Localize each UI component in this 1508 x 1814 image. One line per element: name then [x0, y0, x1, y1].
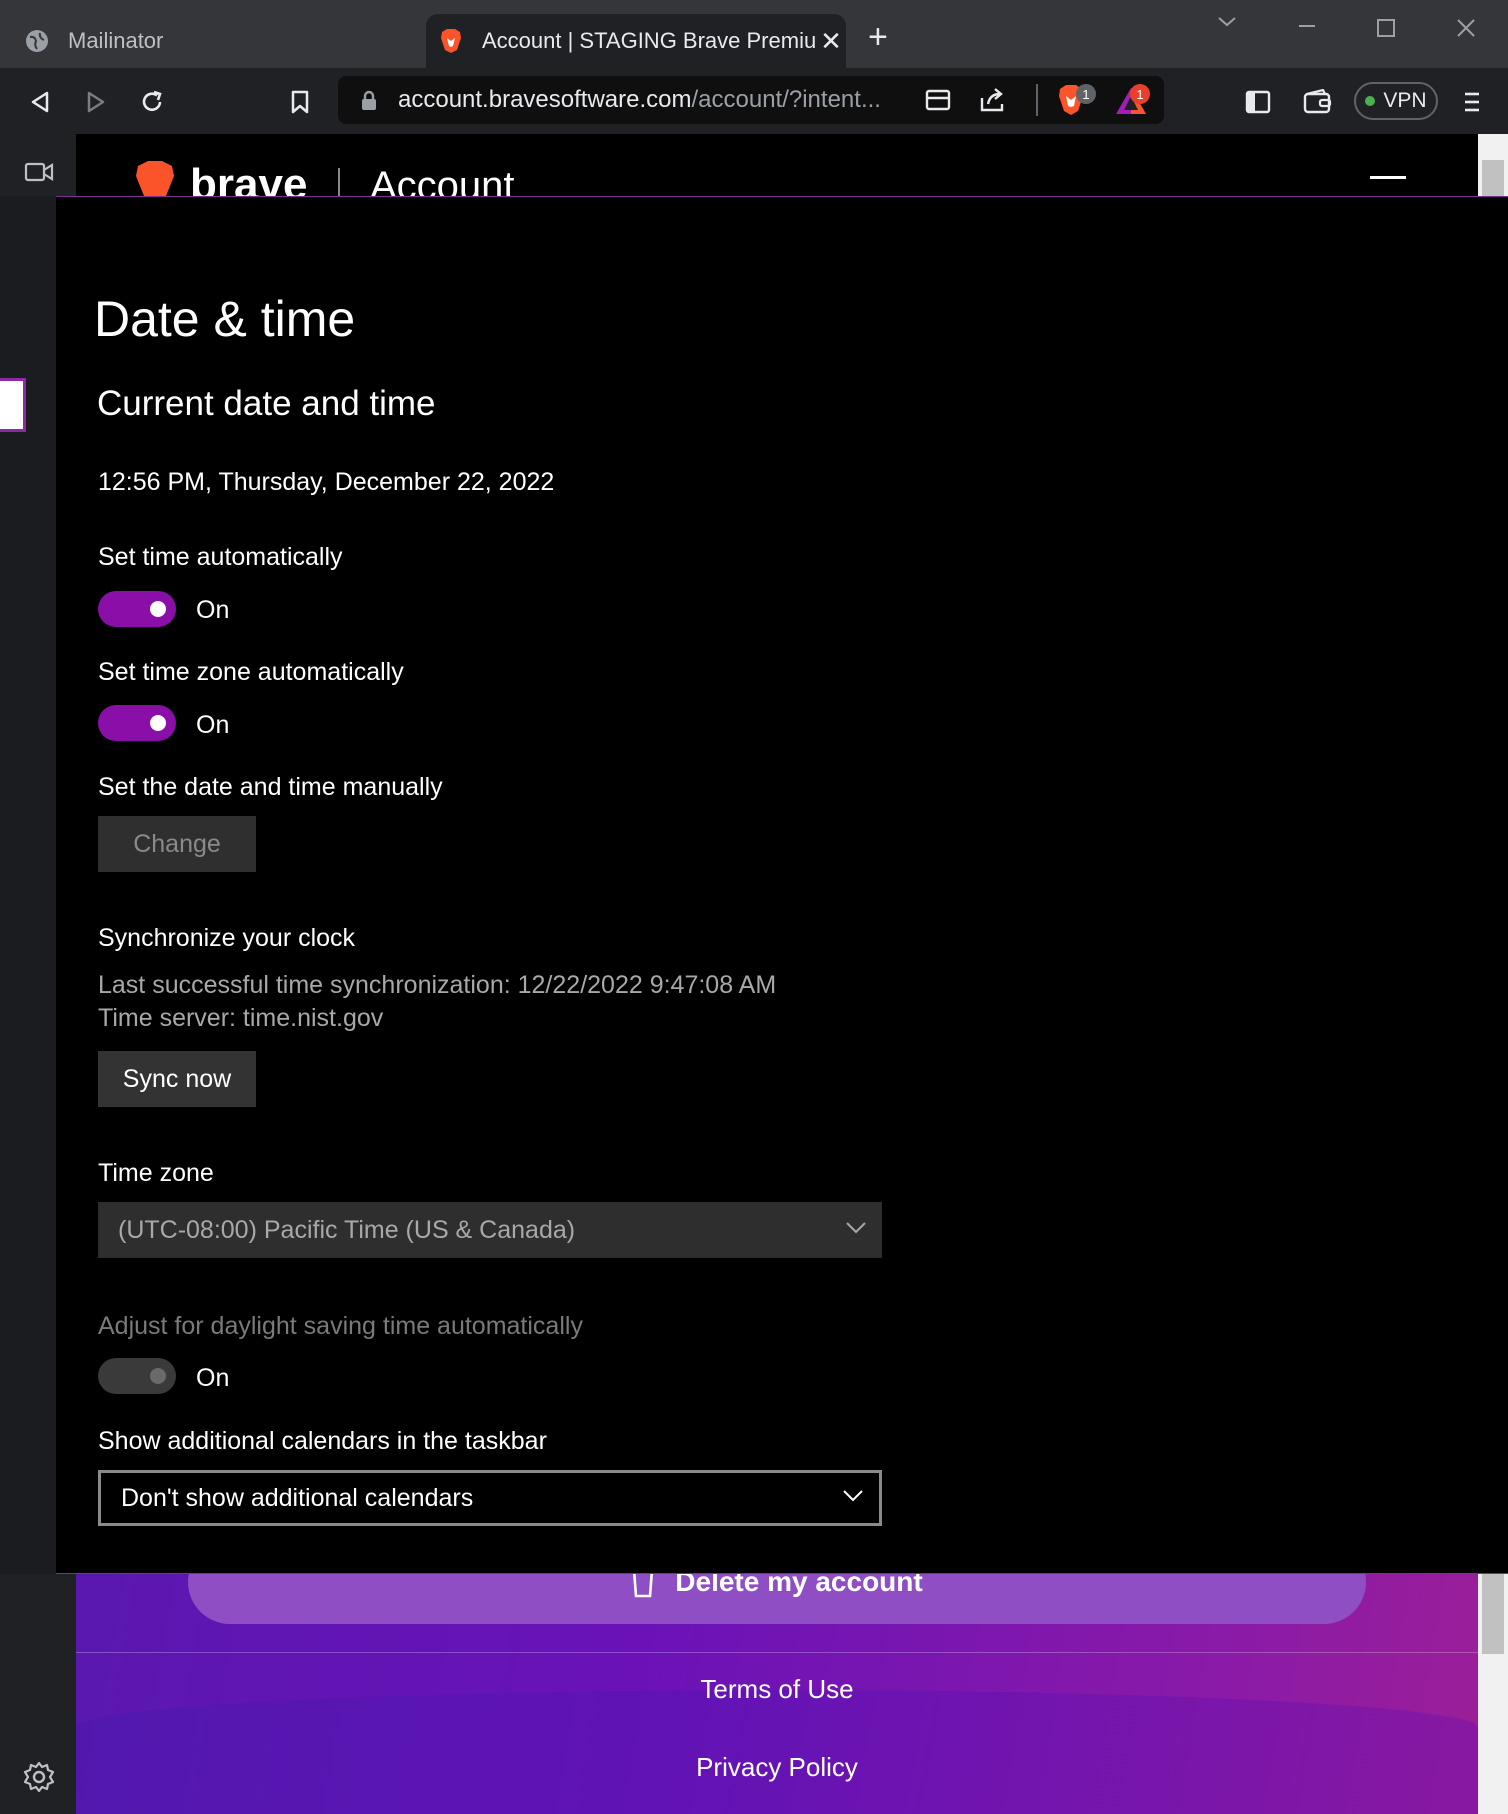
- settings-search-box-edge[interactable]: [0, 378, 26, 432]
- forward-button[interactable]: [76, 82, 116, 122]
- section-title: Current date and time: [97, 384, 436, 423]
- footer-divider: [76, 1652, 1478, 1653]
- page-menu-icon[interactable]: [1370, 176, 1406, 179]
- shields-badge: 1: [1076, 84, 1096, 104]
- toggle-knob: [150, 601, 166, 617]
- calendars-value: Don't show additional calendars: [121, 1483, 474, 1512]
- toggle-knob: [150, 715, 166, 731]
- header-divider: [338, 168, 340, 196]
- time-server-text: Time server: time.nist.gov: [98, 1004, 384, 1032]
- share-icon[interactable]: [978, 86, 1008, 119]
- vpn-label: VPN: [1383, 89, 1427, 112]
- dst-state: On: [196, 1364, 230, 1392]
- tab-title: Mailinator: [68, 28, 164, 53]
- url-text[interactable]: account.bravesoftware.com/account/?inten…: [398, 86, 881, 114]
- tab-title: Account | STAGING Brave Premiu: [482, 28, 816, 53]
- change-button[interactable]: Change: [98, 816, 256, 872]
- set-time-auto-label: Set time automatically: [98, 543, 343, 571]
- manual-time-label: Set the date and time manually: [98, 773, 443, 801]
- bookmark-icon[interactable]: [280, 82, 320, 122]
- terms-of-use-link[interactable]: Terms of Use: [76, 1674, 1478, 1705]
- sidebar-toggle-icon[interactable]: [1238, 82, 1278, 122]
- url-host: account.bravesoftware.com: [398, 86, 692, 113]
- vpn-button[interactable]: VPN: [1354, 82, 1438, 120]
- back-button[interactable]: [20, 82, 60, 122]
- scrollbar-thumb-lower[interactable]: [1482, 1574, 1504, 1654]
- url-path: /account/?intent...: [691, 86, 881, 113]
- wallet-icon[interactable]: [1298, 82, 1338, 122]
- reload-button[interactable]: [132, 82, 172, 122]
- lock-icon[interactable]: [360, 90, 378, 117]
- chevron-down-icon: [843, 1490, 863, 1502]
- dst-toggle[interactable]: [98, 1358, 176, 1394]
- omnibox-divider: [1036, 84, 1038, 116]
- sync-now-button[interactable]: Sync now: [98, 1051, 256, 1107]
- new-tab-button[interactable]: +: [868, 18, 888, 57]
- minimize-button[interactable]: [1296, 12, 1318, 40]
- page-title: Date & time: [94, 291, 356, 347]
- calendars-dropdown[interactable]: Don't show additional calendars: [98, 1470, 882, 1526]
- tab-mailinator[interactable]: Mailinator: [12, 14, 412, 68]
- tab-account[interactable]: Account | STAGING Brave Premiu ✕: [426, 14, 846, 68]
- menu-icon[interactable]: [1452, 82, 1492, 122]
- chevron-down-icon: [846, 1222, 866, 1234]
- close-tab-icon[interactable]: ✕: [816, 26, 846, 57]
- dst-label: Adjust for daylight saving time automati…: [98, 1312, 583, 1340]
- rewards-badge: 1: [1130, 84, 1150, 104]
- calendars-label: Show additional calendars in the taskbar: [98, 1427, 547, 1455]
- time-zone-label: Time zone: [98, 1159, 214, 1187]
- set-timezone-auto-label: Set time zone automatically: [98, 658, 404, 686]
- vpn-status-dot: [1365, 96, 1376, 106]
- close-window-button[interactable]: [1456, 18, 1476, 44]
- time-zone-dropdown[interactable]: (UTC-08:00) Pacific Time (US & Canada): [98, 1202, 882, 1258]
- set-timezone-auto-state: On: [196, 711, 230, 739]
- sync-clock-label: Synchronize your clock: [98, 924, 356, 952]
- set-timezone-auto-toggle[interactable]: [98, 705, 176, 741]
- brave-lion-icon: [438, 28, 464, 54]
- reader-mode-icon[interactable]: [924, 88, 952, 117]
- tab-search-chevron-icon[interactable]: [1216, 10, 1238, 38]
- maximize-button[interactable]: [1376, 18, 1396, 44]
- toggle-knob: [150, 1368, 166, 1384]
- video-call-icon[interactable]: [24, 160, 54, 189]
- set-time-auto-state: On: [196, 596, 230, 624]
- globe-icon: [24, 28, 50, 54]
- last-sync-text: Last successful time synchronization: 12…: [98, 971, 777, 999]
- current-datetime: 12:56 PM, Thursday, December 22, 2022: [98, 468, 555, 496]
- set-time-auto-toggle[interactable]: [98, 591, 176, 627]
- privacy-policy-link[interactable]: Privacy Policy: [76, 1752, 1478, 1783]
- gear-icon[interactable]: [22, 1760, 56, 1794]
- time-zone-value: (UTC-08:00) Pacific Time (US & Canada): [118, 1215, 576, 1244]
